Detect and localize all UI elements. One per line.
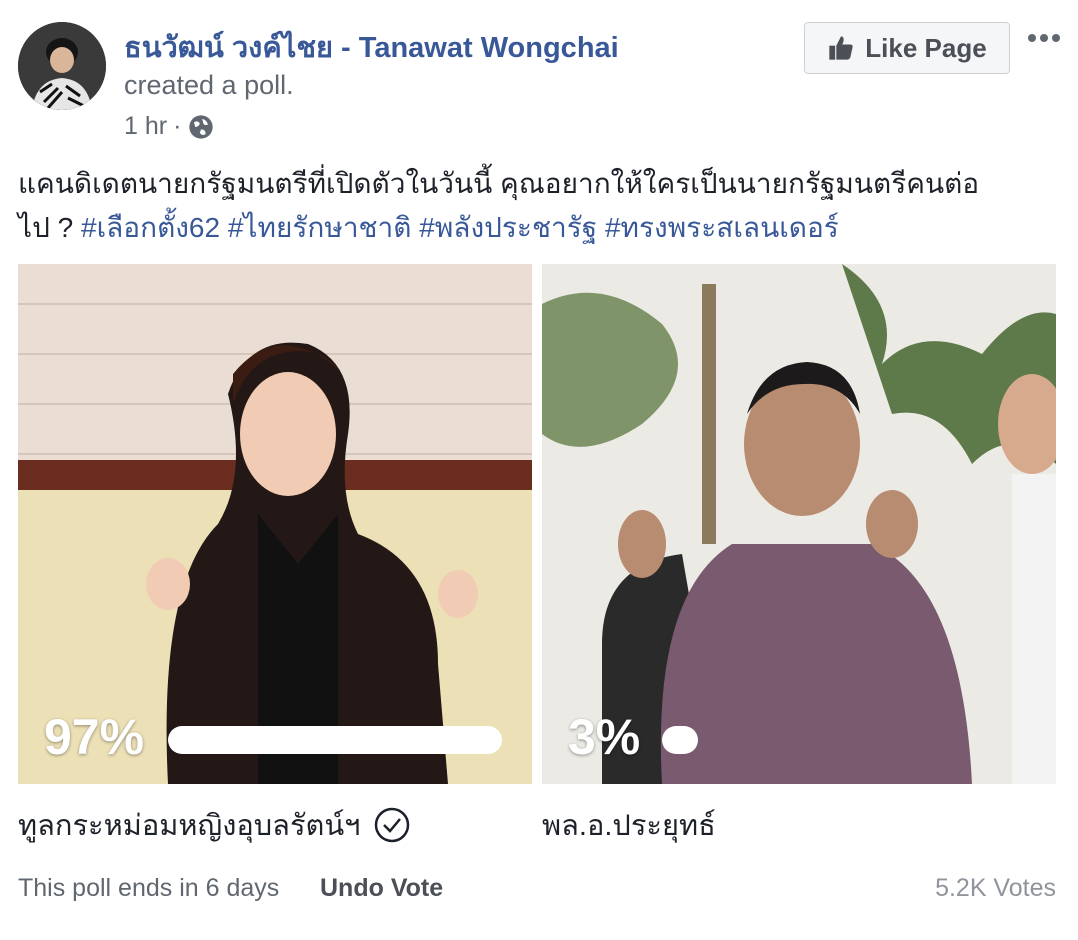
globe-icon[interactable]	[187, 113, 215, 141]
poll-option-1[interactable]: 97%	[18, 264, 532, 784]
poll-option-1-label[interactable]: ทูลกระหม่อมหญิงอุบลรัตน์ฯ	[18, 802, 410, 848]
like-page-label: Like Page	[865, 32, 987, 63]
post-meta: 1 hr ·	[124, 112, 215, 141]
post-time[interactable]: 1 hr	[124, 112, 167, 141]
option-2-label: พล.อ.ประยุทธ์	[542, 810, 716, 842]
hashtag[interactable]: #ทรงพระสเลนเดอร์	[605, 212, 839, 243]
author-name[interactable]: ธนวัฒน์ วงค์ไชย - Tanawat Wongchai	[124, 24, 619, 70]
meta-separator: ·	[173, 112, 182, 140]
thumbs-up-icon	[829, 36, 853, 60]
like-page-button[interactable]: Like Page	[804, 22, 1010, 74]
option-1-photo	[18, 264, 532, 784]
post-text-line1: แคนดิเดตนายกรัฐมนตรีที่เปิดตัวในวันนี้ ค…	[18, 168, 980, 199]
post-text: แคนดิเดตนายกรัฐมนตรีที่เปิดตัวในวันนี้ ค…	[18, 162, 1058, 250]
option-2-result-bar	[662, 726, 698, 754]
hashtag[interactable]: #ไทยรักษาชาติ	[228, 212, 412, 243]
option-1-percent: 97%	[44, 709, 145, 765]
more-options-icon[interactable]	[1024, 26, 1064, 50]
vote-count[interactable]: 5.2K Votes	[935, 874, 1056, 903]
post-text-line2: ไป ?	[18, 212, 74, 243]
hashtag[interactable]: #เลือกตั้ง62	[81, 212, 220, 243]
undo-vote-link[interactable]: Undo Vote	[320, 874, 443, 903]
option-2-photo	[542, 264, 1056, 784]
option-1-result-bar	[168, 726, 502, 754]
poll-end-text: This poll ends in 6 days	[18, 874, 280, 902]
voted-check-icon	[375, 807, 410, 843]
avatar[interactable]	[18, 22, 106, 110]
option-1-label: ทูลกระหม่อมหญิงอุบลรัตน์ฯ	[18, 810, 361, 842]
option-2-percent: 3%	[568, 709, 641, 765]
post-action: created a poll.	[124, 70, 294, 100]
hashtag[interactable]: #พลังประชารัฐ	[419, 212, 597, 243]
poll-option-2[interactable]: 3%	[542, 264, 1056, 784]
poll-option-2-label[interactable]: พล.อ.ประยุทธ์	[542, 802, 716, 848]
